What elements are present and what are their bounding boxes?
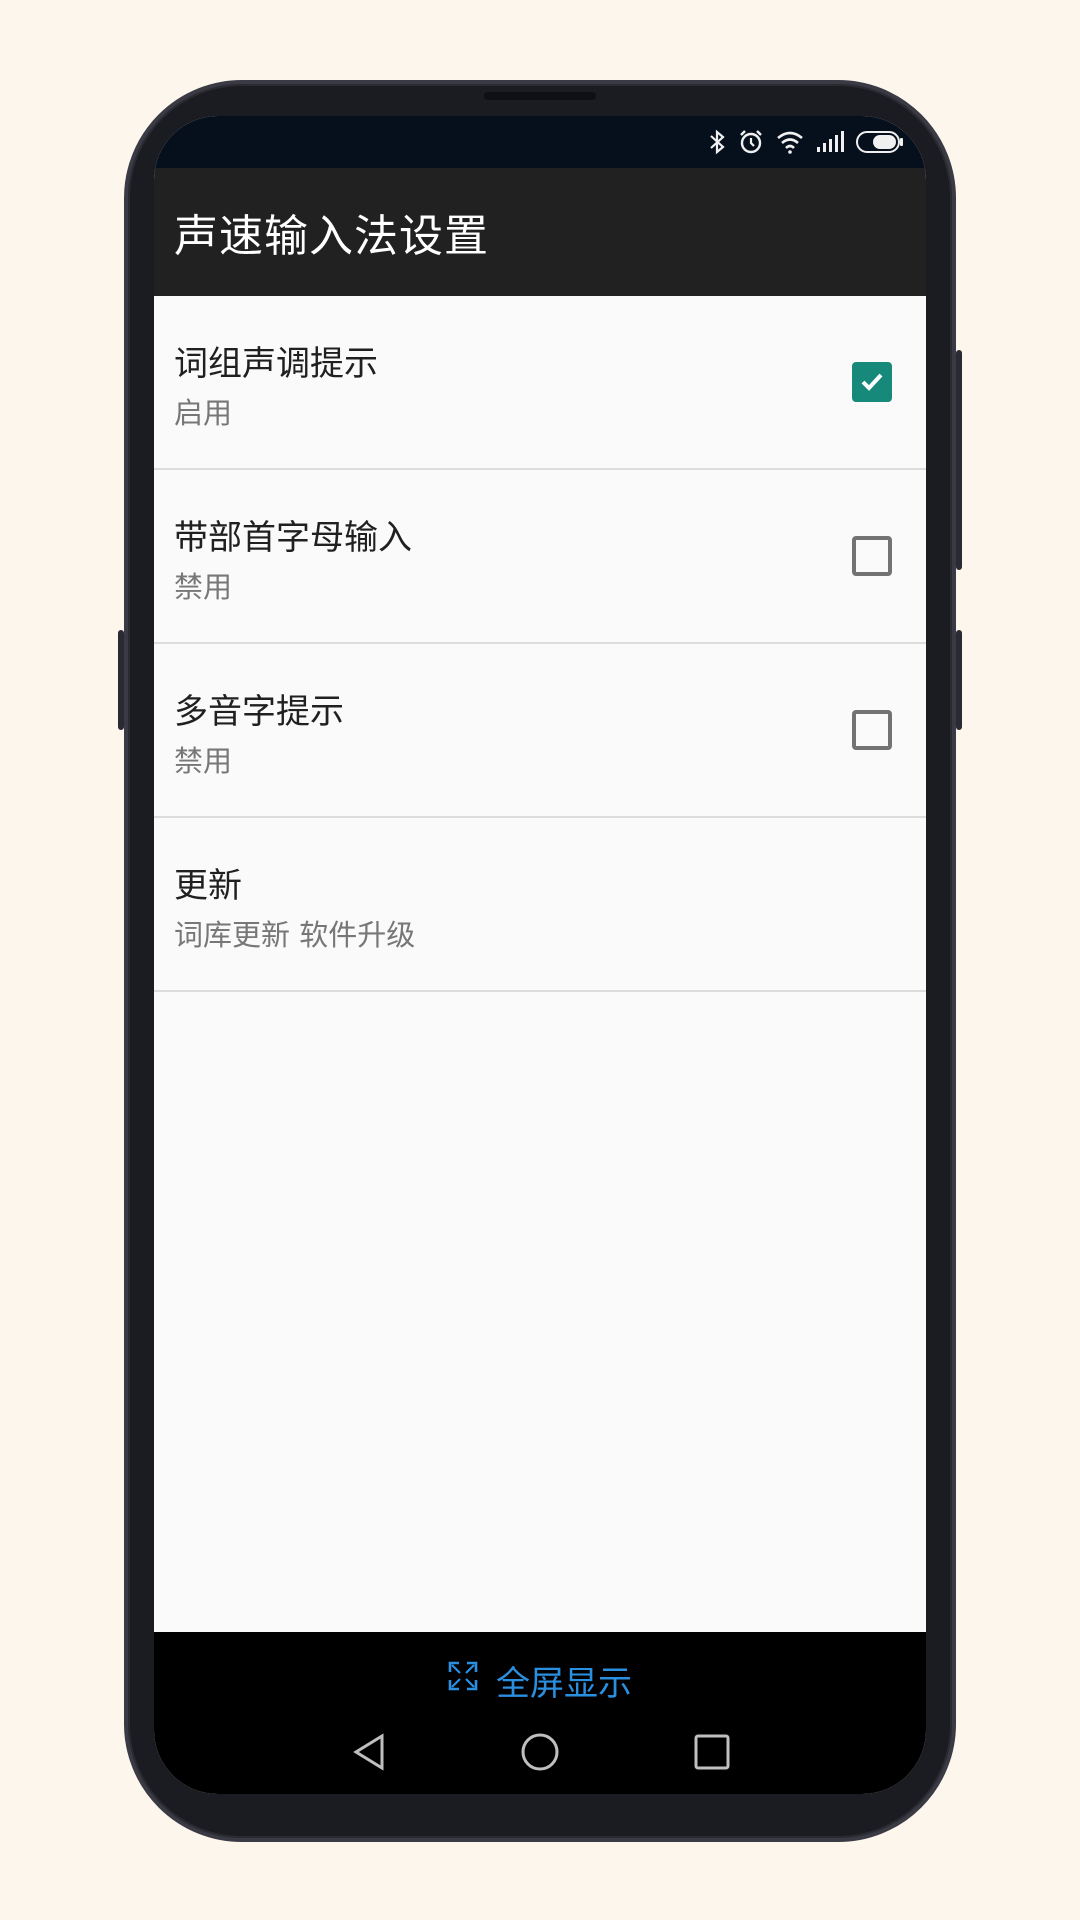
page-title: 声速输入法设置	[174, 211, 489, 262]
battery-icon	[856, 131, 904, 153]
expand-icon	[448, 1660, 478, 1700]
polyphone-hint-checkbox[interactable]	[852, 710, 892, 750]
navigation-bar	[154, 1728, 926, 1794]
setting-summary: 禁用	[174, 570, 233, 604]
side-button	[956, 630, 962, 730]
setting-title: 带部首字母输入	[174, 518, 412, 558]
setting-title: 多音字提示	[174, 692, 344, 732]
wifi-icon	[776, 130, 804, 154]
setting-summary: 启用	[174, 396, 233, 430]
home-icon[interactable]	[520, 1732, 560, 1776]
earpiece	[484, 92, 596, 100]
signal-icon	[816, 131, 844, 153]
recents-icon[interactable]	[692, 1732, 732, 1776]
power-button	[956, 350, 962, 570]
setting-polyphone-hint[interactable]: 多音字提示 禁用	[154, 644, 926, 818]
checkmark-icon	[861, 373, 883, 391]
setting-title: 词组声调提示	[174, 344, 378, 384]
setting-radical-input[interactable]: 带部首字母输入 禁用	[154, 470, 926, 644]
phrase-tone-checkbox[interactable]	[852, 362, 892, 402]
volume-button	[118, 630, 124, 730]
status-bar	[154, 116, 926, 168]
setting-summary: 词库更新 软件升级	[174, 918, 416, 952]
back-icon[interactable]	[350, 1732, 388, 1776]
fullscreen-button[interactable]: 全屏显示	[154, 1632, 926, 1728]
settings-list: 词组声调提示 启用 带部首字母输入 禁用 多音字提示 禁用 更新 词库更新 软件…	[154, 296, 926, 992]
setting-summary: 禁用	[174, 744, 233, 778]
setting-title: 更新	[174, 866, 242, 906]
alarm-icon	[738, 129, 764, 155]
radical-input-checkbox[interactable]	[852, 536, 892, 576]
app-bar: 声速输入法设置	[154, 168, 926, 296]
fullscreen-label: 全屏显示	[496, 1663, 632, 1704]
setting-phrase-tone-hint[interactable]: 词组声调提示 启用	[154, 296, 926, 470]
bottom-area: 全屏显示	[154, 1632, 926, 1794]
screen: 声速输入法设置 词组声调提示 启用 带部首字母输入 禁用 多音字提示 禁用 更新…	[154, 116, 926, 1794]
bluetooth-icon	[708, 129, 726, 155]
setting-update[interactable]: 更新 词库更新 软件升级	[154, 818, 926, 992]
